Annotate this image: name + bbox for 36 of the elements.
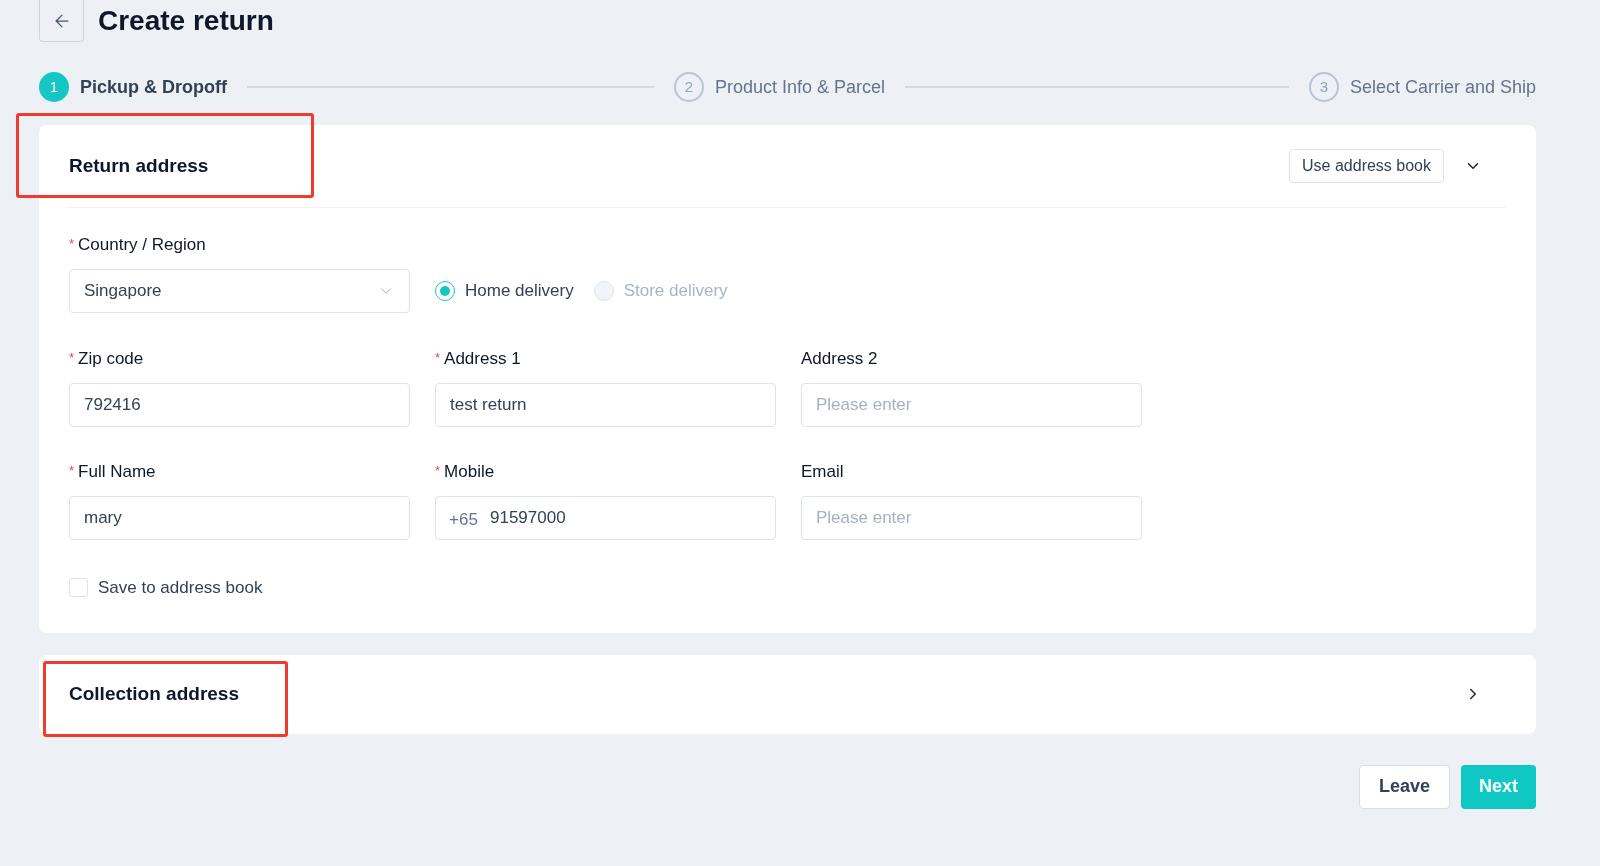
checkbox-label: Save to address book: [98, 577, 263, 599]
required-asterisk: *: [69, 462, 75, 480]
input-field[interactable]: Please enter: [801, 383, 1142, 427]
field-label: Zip code: [78, 348, 144, 371]
checkbox[interactable]: [69, 578, 88, 598]
section-title: Collection address: [69, 682, 239, 704]
section-title: Return address: [69, 154, 209, 176]
input-field[interactable]: test return: [435, 383, 776, 427]
required-asterisk: *: [69, 235, 75, 253]
input-field[interactable]: mary: [69, 496, 410, 540]
phone-prefix: +65: [449, 509, 478, 531]
use-address-book-button[interactable]: Use address book: [1289, 149, 1444, 183]
field-label: Email: [801, 461, 844, 484]
radio-label: Store delivery: [623, 280, 728, 303]
field-label: Address 1: [444, 348, 521, 371]
input-field[interactable]: Please enter: [801, 496, 1142, 540]
step-label: Product Info & Parcel: [714, 75, 886, 99]
field-label: Country / Region: [78, 234, 206, 257]
step-number: 3: [1308, 72, 1339, 102]
field-label: Mobile: [444, 461, 495, 484]
step-number: 2: [673, 72, 704, 102]
country-select[interactable]: Singapore: [69, 269, 410, 313]
back-button[interactable]: [39, 0, 84, 42]
radio-label: Home delivery: [465, 280, 574, 303]
required-asterisk: *: [69, 349, 75, 367]
step-label: Select Carrier and Ship: [1349, 75, 1536, 99]
field-label: Full Name: [78, 461, 156, 484]
step-number: 1: [39, 72, 69, 102]
required-asterisk: *: [435, 349, 441, 367]
step-label: Pickup & Dropoff: [80, 75, 227, 99]
field-label: Address 2: [801, 348, 878, 371]
radio-button[interactable]: [435, 281, 455, 301]
input-field[interactable]: 792416: [69, 383, 410, 427]
required-asterisk: *: [435, 462, 441, 480]
page-title: Create return: [98, 4, 274, 38]
leave-button[interactable]: Leave: [1358, 764, 1450, 809]
